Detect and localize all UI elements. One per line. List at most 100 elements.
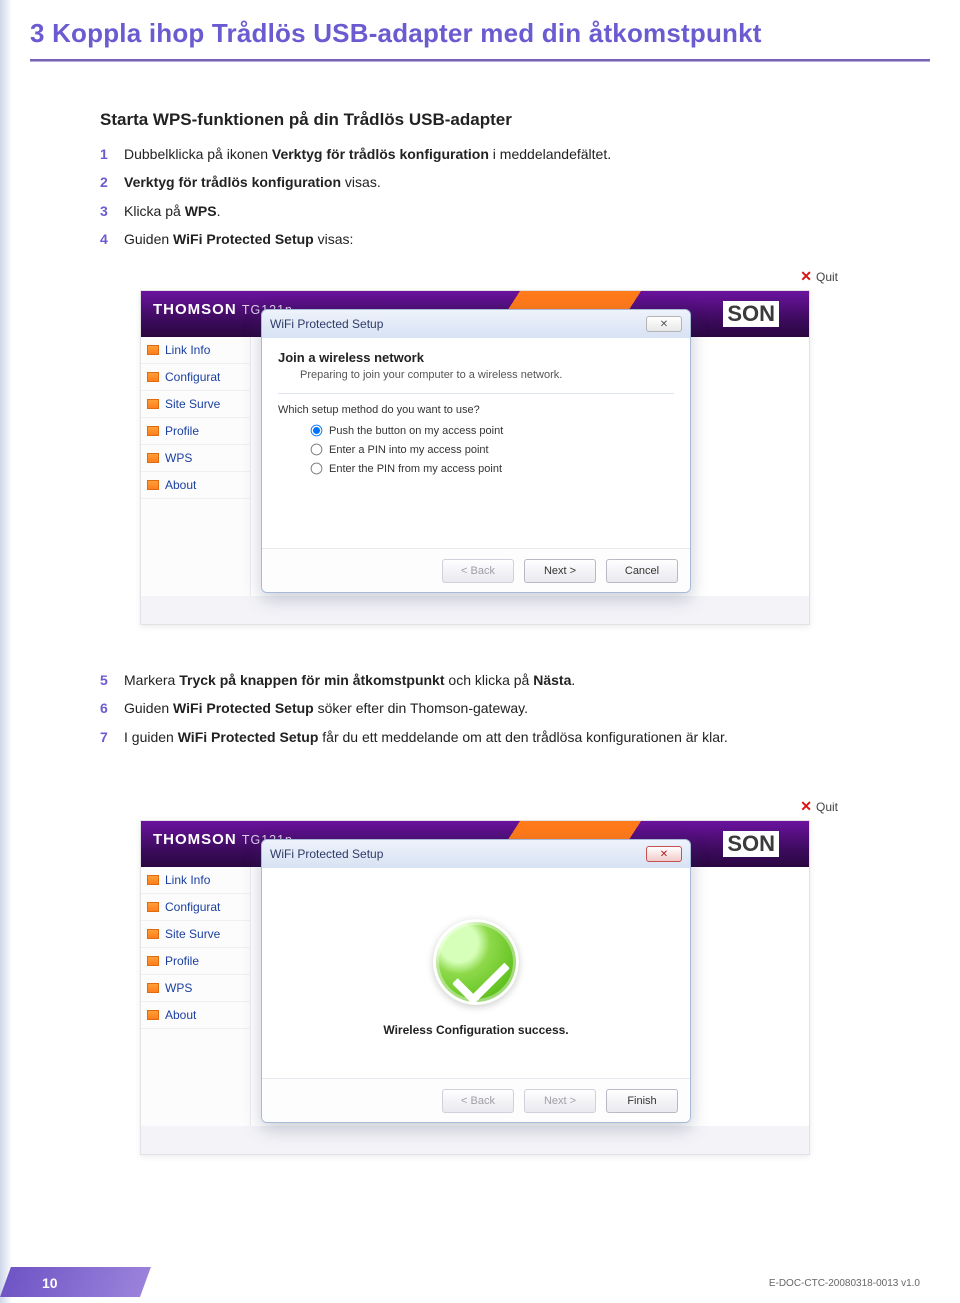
text-part: Dubbelklicka på ikonen [124, 146, 272, 162]
step-2: 2 Verktyg för trådlös konfiguration visa… [100, 172, 900, 192]
sidebar-item-label: WPS [165, 981, 192, 995]
text-part: Guiden [124, 700, 173, 716]
text-part: Klicka på [124, 203, 185, 219]
sidebar-item-label: Profile [165, 424, 199, 438]
section-intro: Starta WPS-funktionen på din Trådlös USB… [100, 110, 900, 257]
next-button[interactable]: Next > [524, 1089, 596, 1113]
sidebar-item-label: About [165, 1008, 196, 1022]
radio-option-from-pin[interactable]: Enter the PIN from my access point [310, 462, 674, 475]
sidebar-item-config[interactable]: Configurat [141, 894, 250, 921]
radio-input[interactable] [311, 444, 323, 456]
page-number: 10 [42, 1275, 58, 1291]
step-3: 3 Klicka på WPS. [100, 201, 900, 221]
bullet-icon [147, 453, 159, 463]
step-number: 6 [100, 698, 124, 718]
sidebar-item-profile[interactable]: Profile [141, 948, 250, 975]
quit-label: Quit [816, 270, 838, 284]
radio-input[interactable] [311, 425, 323, 437]
page-header: 3 Koppla ihop Trådlös USB-adapter med di… [30, 18, 930, 62]
text-part: Markera [124, 672, 179, 688]
brand-text: THOMSON [153, 301, 242, 318]
section-continued: 5 Markera Tryck på knappen för min åtkom… [100, 670, 900, 755]
dialog-title: WiFi Protected Setup [270, 317, 383, 331]
brand-suffix: SON [723, 831, 779, 857]
sidebar-item-config[interactable]: Configurat [141, 364, 250, 391]
screenshot-2: ✕ Quit THOMSON TG121n SON Link Info Conf… [140, 820, 830, 1155]
step-text: Guiden WiFi Protected Setup söker efter … [124, 698, 528, 718]
close-icon: ✕ [800, 268, 812, 285]
step-1: 1 Dubbelklicka på ikonen Verktyg för trå… [100, 144, 900, 164]
wps-success-dialog: WiFi Protected Setup ✕ Wireless Configur… [261, 839, 691, 1123]
window-close-button[interactable]: ✕ [646, 316, 682, 332]
cancel-button[interactable]: Cancel [606, 559, 678, 583]
brand-text: THOMSON [153, 831, 242, 848]
text-part: visas: [314, 231, 354, 247]
next-button[interactable]: Next > [524, 559, 596, 583]
radio-label: Enter the PIN from my access point [329, 463, 502, 475]
sidebar-item-linkinfo[interactable]: Link Info [141, 867, 250, 894]
divider [278, 393, 674, 394]
text-part: och klicka på [445, 672, 534, 688]
radio-option-enter-pin[interactable]: Enter a PIN into my access point [310, 443, 674, 456]
subheading: Starta WPS-funktionen på din Trådlös USB… [100, 110, 900, 130]
bullet-icon [147, 399, 159, 409]
sidebar-item-label: Link Info [165, 343, 210, 357]
step-text: Markera Tryck på knappen för min åtkomst… [124, 670, 575, 690]
bullet-icon [147, 426, 159, 436]
step-6: 6 Guiden WiFi Protected Setup söker efte… [100, 698, 900, 718]
brand-suffix: SON [723, 301, 779, 327]
sidebar-item-linkinfo[interactable]: Link Info [141, 337, 250, 364]
sidebar-item-label: Site Surve [165, 927, 220, 941]
radio-input[interactable] [311, 463, 323, 475]
radio-option-push[interactable]: Push the button on my access point [310, 424, 674, 437]
steps-list-a: 1 Dubbelklicka på ikonen Verktyg för trå… [100, 144, 900, 249]
sidebar-item-label: Profile [165, 954, 199, 968]
sidebar: Link Info Configurat Site Surve Profile … [141, 867, 251, 1126]
sidebar-item-wps[interactable]: WPS [141, 975, 250, 1002]
page-left-shadow [0, 0, 12, 1303]
step-text: I guiden WiFi Protected Setup får du ett… [124, 727, 728, 747]
page-footer: 10 E-DOC-CTC-20080318-0013 v1.0 [0, 1259, 960, 1303]
sidebar-item-label: Configurat [165, 900, 220, 914]
dialog-title: WiFi Protected Setup [270, 847, 383, 861]
text-part: Guiden [124, 231, 173, 247]
success-message: Wireless Configuration success. [383, 1023, 568, 1037]
step-5: 5 Markera Tryck på knappen för min åtkom… [100, 670, 900, 690]
step-7: 7 I guiden WiFi Protected Setup får du e… [100, 727, 900, 747]
sidebar-item-sitesurvey[interactable]: Site Surve [141, 921, 250, 948]
sidebar-item-about[interactable]: About [141, 1002, 250, 1029]
window-close-button[interactable]: ✕ [646, 846, 682, 862]
sidebar-item-wps[interactable]: WPS [141, 445, 250, 472]
text-part: . [217, 203, 221, 219]
sidebar-item-about[interactable]: About [141, 472, 250, 499]
text-part: söker efter din Thomson-gateway. [314, 700, 528, 716]
radio-group: Push the button on my access point Enter… [278, 424, 674, 475]
dialog-buttons: < Back Next > Finish [262, 1078, 690, 1122]
screenshot-1: ✕ Quit THOMSON TG121n SON Link Info Conf… [140, 290, 830, 625]
sidebar-item-label: Configurat [165, 370, 220, 384]
bullet-icon [147, 345, 159, 355]
dialog-titlebar: WiFi Protected Setup ✕ [262, 310, 690, 338]
text-part: visas. [341, 174, 381, 190]
sidebar-item-profile[interactable]: Profile [141, 418, 250, 445]
radio-label: Enter a PIN into my access point [329, 444, 489, 456]
radio-label: Push the button on my access point [329, 425, 503, 437]
step-text: Verktyg för trådlös konfiguration visas. [124, 172, 381, 192]
footer-shape [0, 1267, 151, 1297]
dialog-subheading: Preparing to join your computer to a wir… [278, 369, 674, 381]
page: 3 Koppla ihop Trådlös USB-adapter med di… [0, 0, 960, 1303]
quit-link[interactable]: ✕ Quit [800, 798, 838, 815]
app-window: THOMSON TG121n SON Link Info Configurat … [140, 290, 810, 625]
bullet-icon [147, 480, 159, 490]
dialog-buttons: < Back Next > Cancel [262, 548, 690, 592]
finish-button[interactable]: Finish [606, 1089, 678, 1113]
quit-link[interactable]: ✕ Quit [800, 268, 838, 285]
bullet-icon [147, 1010, 159, 1020]
dialog-heading: Join a wireless network [278, 350, 674, 365]
back-button[interactable]: < Back [442, 559, 514, 583]
bullet-icon [147, 983, 159, 993]
sidebar-item-sitesurvey[interactable]: Site Surve [141, 391, 250, 418]
back-button[interactable]: < Back [442, 1089, 514, 1113]
app-footer [141, 1126, 809, 1154]
text-bold: WPS [185, 203, 217, 219]
